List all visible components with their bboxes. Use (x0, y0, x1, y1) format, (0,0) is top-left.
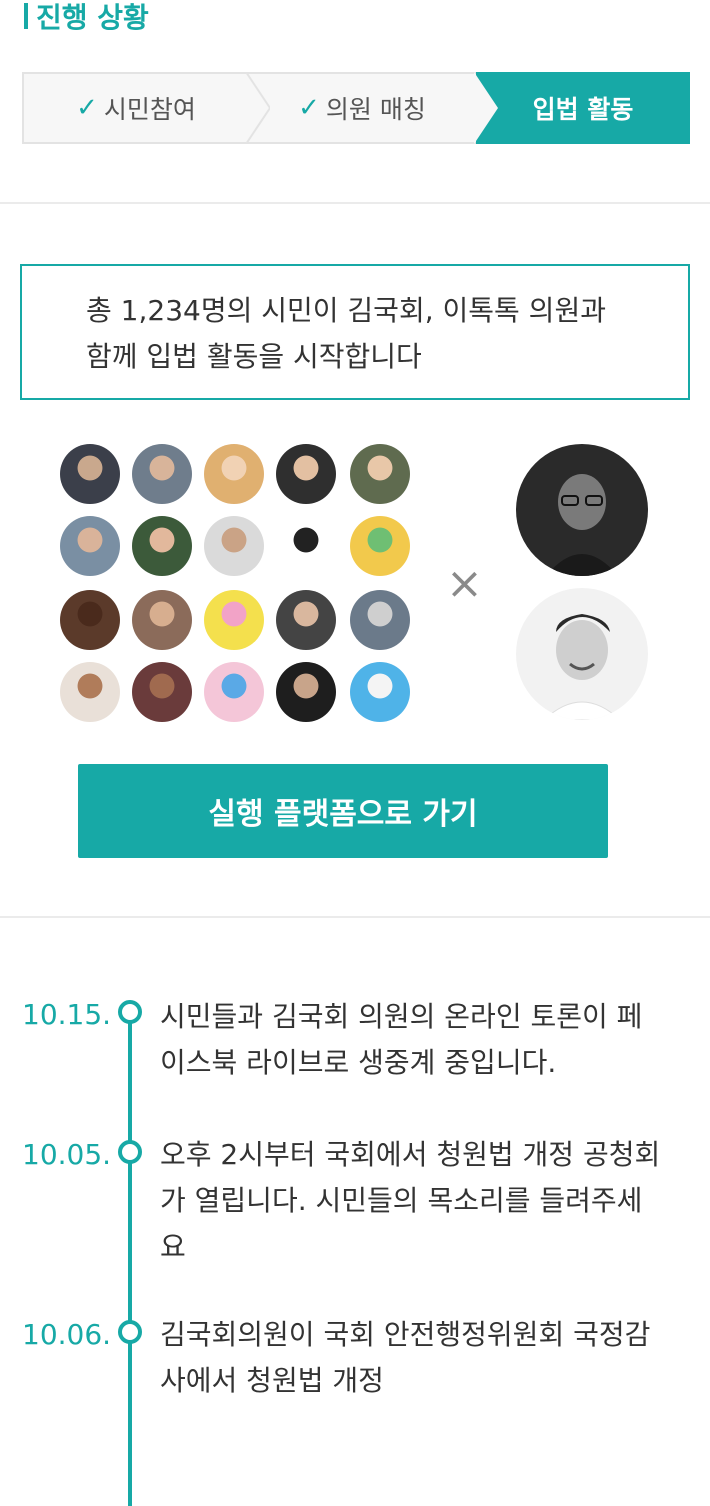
timeline-text: 오후 2시부터 국회에서 청원법 개정 공청회 가 열립니다. 시민들의 목소리… (160, 1132, 680, 1270)
timeline-dot (118, 1140, 142, 1164)
section-title-text: 진행 상황 (36, 1, 149, 34)
timeline-text: 시민들과 김국회 의원의 온라인 토론이 페 이스북 라이브로 생중계 중입니다… (160, 994, 680, 1086)
citizen-avatar[interactable] (276, 444, 336, 504)
citizen-avatar[interactable] (350, 662, 410, 722)
timeline-text: 김국회의원이 국회 안전행정위원회 국정감 사에서 청원법 개정 (160, 1312, 680, 1404)
section-divider (0, 202, 710, 204)
timeline-date: 10.05. (22, 1138, 112, 1171)
citizen-avatar[interactable] (60, 516, 120, 576)
timeline-text-line: 가 열립니다. 시민들의 목소리를 들려주세 (160, 1184, 643, 1217)
lawmaker-avatar[interactable] (516, 444, 648, 576)
participation-notice: 총 1,234명의 시민이 김국회, 이톡톡 의원과 함께 입법 활동을 시작합… (20, 264, 690, 400)
timeline-dot (118, 1000, 142, 1024)
step-label: 의원 매칭 (325, 95, 426, 124)
citizen-avatar[interactable] (350, 590, 410, 650)
citizen-avatar[interactable] (204, 590, 264, 650)
citizen-avatar[interactable] (276, 516, 336, 576)
citizen-avatar[interactable] (276, 662, 336, 722)
timeline-text-line: 오후 2시부터 국회에서 청원법 개정 공청회 (160, 1138, 661, 1171)
section-title: 진행 상황 (24, 0, 149, 38)
step-citizen-participation: ✓ 시민참여 (22, 72, 248, 144)
progress-steps: ✓ 시민참여 ✓ 의원 매칭 입법 활동 (22, 72, 690, 144)
cross-icon: × (446, 558, 483, 609)
citizen-avatar[interactable] (350, 444, 410, 504)
citizen-avatar[interactable] (276, 590, 336, 650)
check-icon: ✓ (298, 93, 320, 123)
chevron-right-icon (474, 72, 498, 144)
citizen-avatar[interactable] (350, 516, 410, 576)
timeline-text-line: 사에서 청원법 개정 (160, 1364, 384, 1397)
citizen-avatar[interactable] (204, 444, 264, 504)
timeline-date: 10.06. (22, 1318, 112, 1351)
timeline-text-line: 이스북 라이브로 생중계 중입니다. (160, 1046, 557, 1079)
timeline-line (128, 1012, 132, 1506)
citizen-avatar[interactable] (60, 590, 120, 650)
section-divider (0, 916, 710, 918)
timeline-date: 10.15. (22, 998, 112, 1031)
notice-line: 총 1,234명의 시민이 김국회, 이톡톡 의원과 (86, 294, 606, 327)
timeline-text-line: 시민들과 김국회 의원의 온라인 토론이 페 (160, 1000, 643, 1033)
go-to-platform-button[interactable]: 실행 플랫폼으로 가기 (78, 764, 608, 858)
citizen-avatar[interactable] (204, 662, 264, 722)
citizen-avatar[interactable] (132, 590, 192, 650)
step-label: 입법 활동 (532, 95, 634, 124)
chevron-right-icon (246, 72, 270, 144)
citizen-avatar[interactable] (204, 516, 264, 576)
timeline-text-line: 요 (160, 1230, 186, 1263)
step-member-matching: ✓ 의원 매칭 (248, 72, 476, 144)
timeline-text-line: 김국회의원이 국회 안전행정위원회 국정감 (160, 1318, 651, 1351)
title-accent-bar (24, 3, 28, 29)
check-icon: ✓ (76, 93, 98, 123)
citizen-avatar[interactable] (60, 444, 120, 504)
step-label: 시민참여 (103, 95, 196, 124)
step-legislative-activity: 입법 활동 (476, 72, 690, 144)
lawmaker-avatar[interactable] (516, 588, 648, 720)
citizen-avatar[interactable] (132, 516, 192, 576)
citizen-avatar[interactable] (60, 662, 120, 722)
notice-line: 함께 입법 활동을 시작합니다 (86, 340, 422, 373)
citizen-avatar[interactable] (132, 444, 192, 504)
citizen-avatar[interactable] (132, 662, 192, 722)
timeline-dot (118, 1320, 142, 1344)
